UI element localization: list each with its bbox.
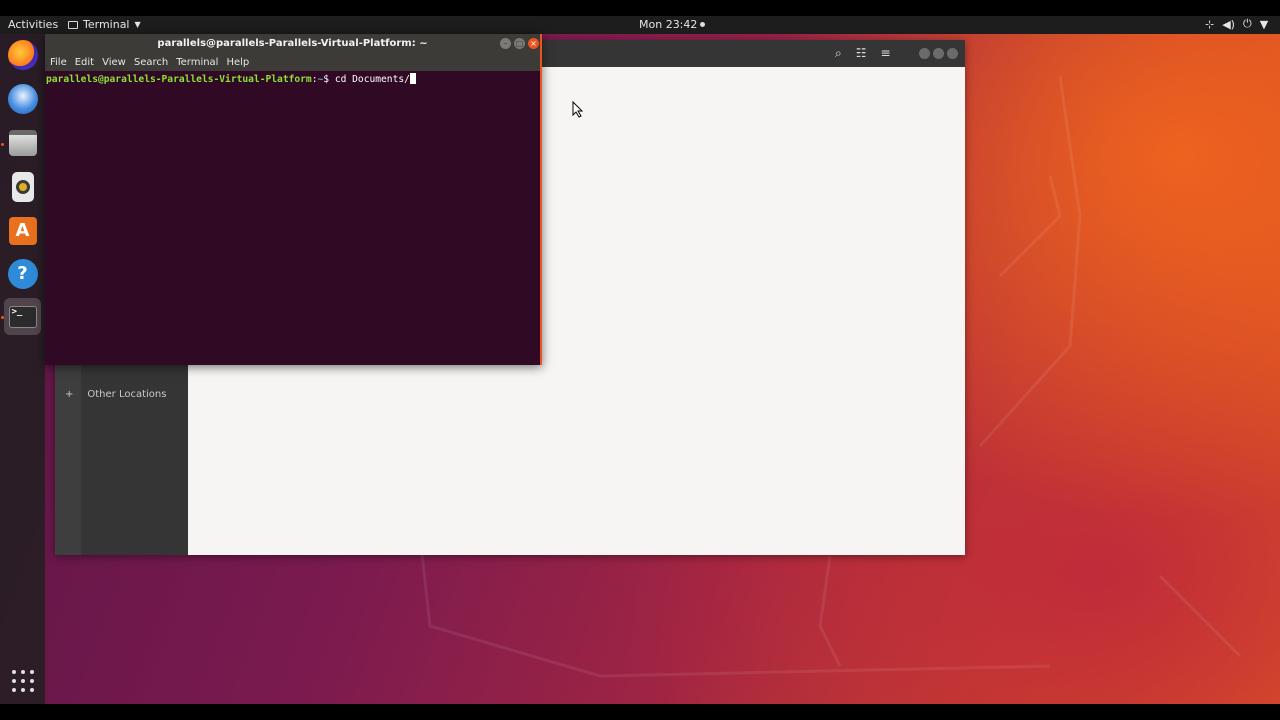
chevron-down-icon: ▼ [134, 20, 141, 29]
letterbox-top [0, 0, 1280, 16]
menu-search[interactable]: Search [134, 57, 168, 68]
clock-label: Mon 23:42 [639, 18, 698, 31]
terminal-line: parallels@parallels-Parallels-Virtual-Pl… [46, 73, 416, 85]
dock-item-software[interactable]: A [4, 212, 41, 249]
show-applications-button[interactable] [12, 670, 34, 692]
dock-item-help[interactable]: ? [4, 255, 41, 292]
prompt-user: parallels@parallels-Parallels-Virtual-Pl… [46, 74, 312, 85]
prompt-symbol: $ [323, 74, 335, 85]
dock-item-firefox[interactable] [4, 36, 41, 73]
plus-icon: + [65, 389, 74, 400]
clock[interactable]: Mon 23:42 [639, 18, 706, 31]
sidebar-item-label: Other Locations [87, 389, 167, 400]
dock-item-files[interactable] [4, 124, 41, 161]
terminal-icon: >_ [8, 305, 37, 328]
software-icon: A [8, 216, 37, 245]
minimize-button[interactable] [919, 48, 930, 59]
firefox-icon [7, 39, 38, 70]
terminal-body[interactable]: parallels@parallels-Parallels-Virtual-Pl… [45, 71, 540, 365]
view-toggle-icon[interactable]: ☷ [856, 46, 867, 61]
app-menu[interactable]: Terminal ▼ [68, 18, 141, 31]
close-button[interactable] [947, 48, 958, 59]
letterbox-bottom [0, 704, 1280, 720]
menu-terminal[interactable]: Terminal [176, 57, 218, 68]
thunderbird-icon [7, 83, 38, 114]
menu-file[interactable]: File [50, 57, 67, 68]
menu-help[interactable]: Help [226, 57, 249, 68]
sidebar-item-other-locations[interactable]: + Other Locations [65, 389, 166, 400]
command-text: cd Documents/ [334, 74, 410, 85]
terminal-mini-icon [68, 20, 78, 29]
window-title: parallels@parallels-Parallels-Virtual-Pl… [157, 38, 428, 49]
volume-icon: ◀) [1222, 17, 1235, 31]
network-icon: ⊹ [1205, 17, 1215, 31]
app-menu-label: Terminal [83, 18, 130, 31]
close-button[interactable]: × [528, 38, 539, 49]
dock: A ? >_ [0, 34, 45, 704]
search-icon[interactable]: ⌕ [835, 46, 842, 61]
maximize-button[interactable]: □ [514, 38, 525, 49]
mouse-pointer-icon [572, 101, 584, 118]
rhythmbox-icon [11, 171, 34, 202]
text-cursor [409, 73, 416, 84]
minimize-button[interactable]: – [500, 38, 511, 49]
menu-edit[interactable]: Edit [75, 57, 94, 68]
power-icon: ⏻ [1242, 17, 1252, 30]
maximize-button[interactable] [933, 48, 944, 59]
top-bar: Activities Terminal ▼ Mon 23:42 ⊹ ◀) ⏻ ▼ [0, 16, 1280, 34]
chevron-down-icon: ▼ [1259, 17, 1269, 31]
notification-dot-icon [700, 22, 706, 27]
activities-button[interactable]: Activities [8, 18, 58, 31]
dock-item-terminal[interactable]: >_ [4, 298, 41, 335]
system-tray[interactable]: ⊹ ◀) ⏻ ▼ [1205, 17, 1268, 31]
dock-item-rhythmbox[interactable] [4, 168, 41, 205]
terminal-menubar: File Edit View Search Terminal Help [45, 54, 540, 71]
files-icon [8, 129, 37, 156]
menu-view[interactable]: View [102, 57, 126, 68]
dock-item-thunderbird[interactable] [4, 80, 41, 117]
menu-icon[interactable]: ≡ [881, 46, 891, 61]
help-icon: ? [7, 258, 38, 289]
terminal-window: parallels@parallels-Parallels-Virtual-Pl… [45, 34, 542, 365]
terminal-titlebar[interactable]: parallels@parallels-Parallels-Virtual-Pl… [45, 34, 540, 54]
